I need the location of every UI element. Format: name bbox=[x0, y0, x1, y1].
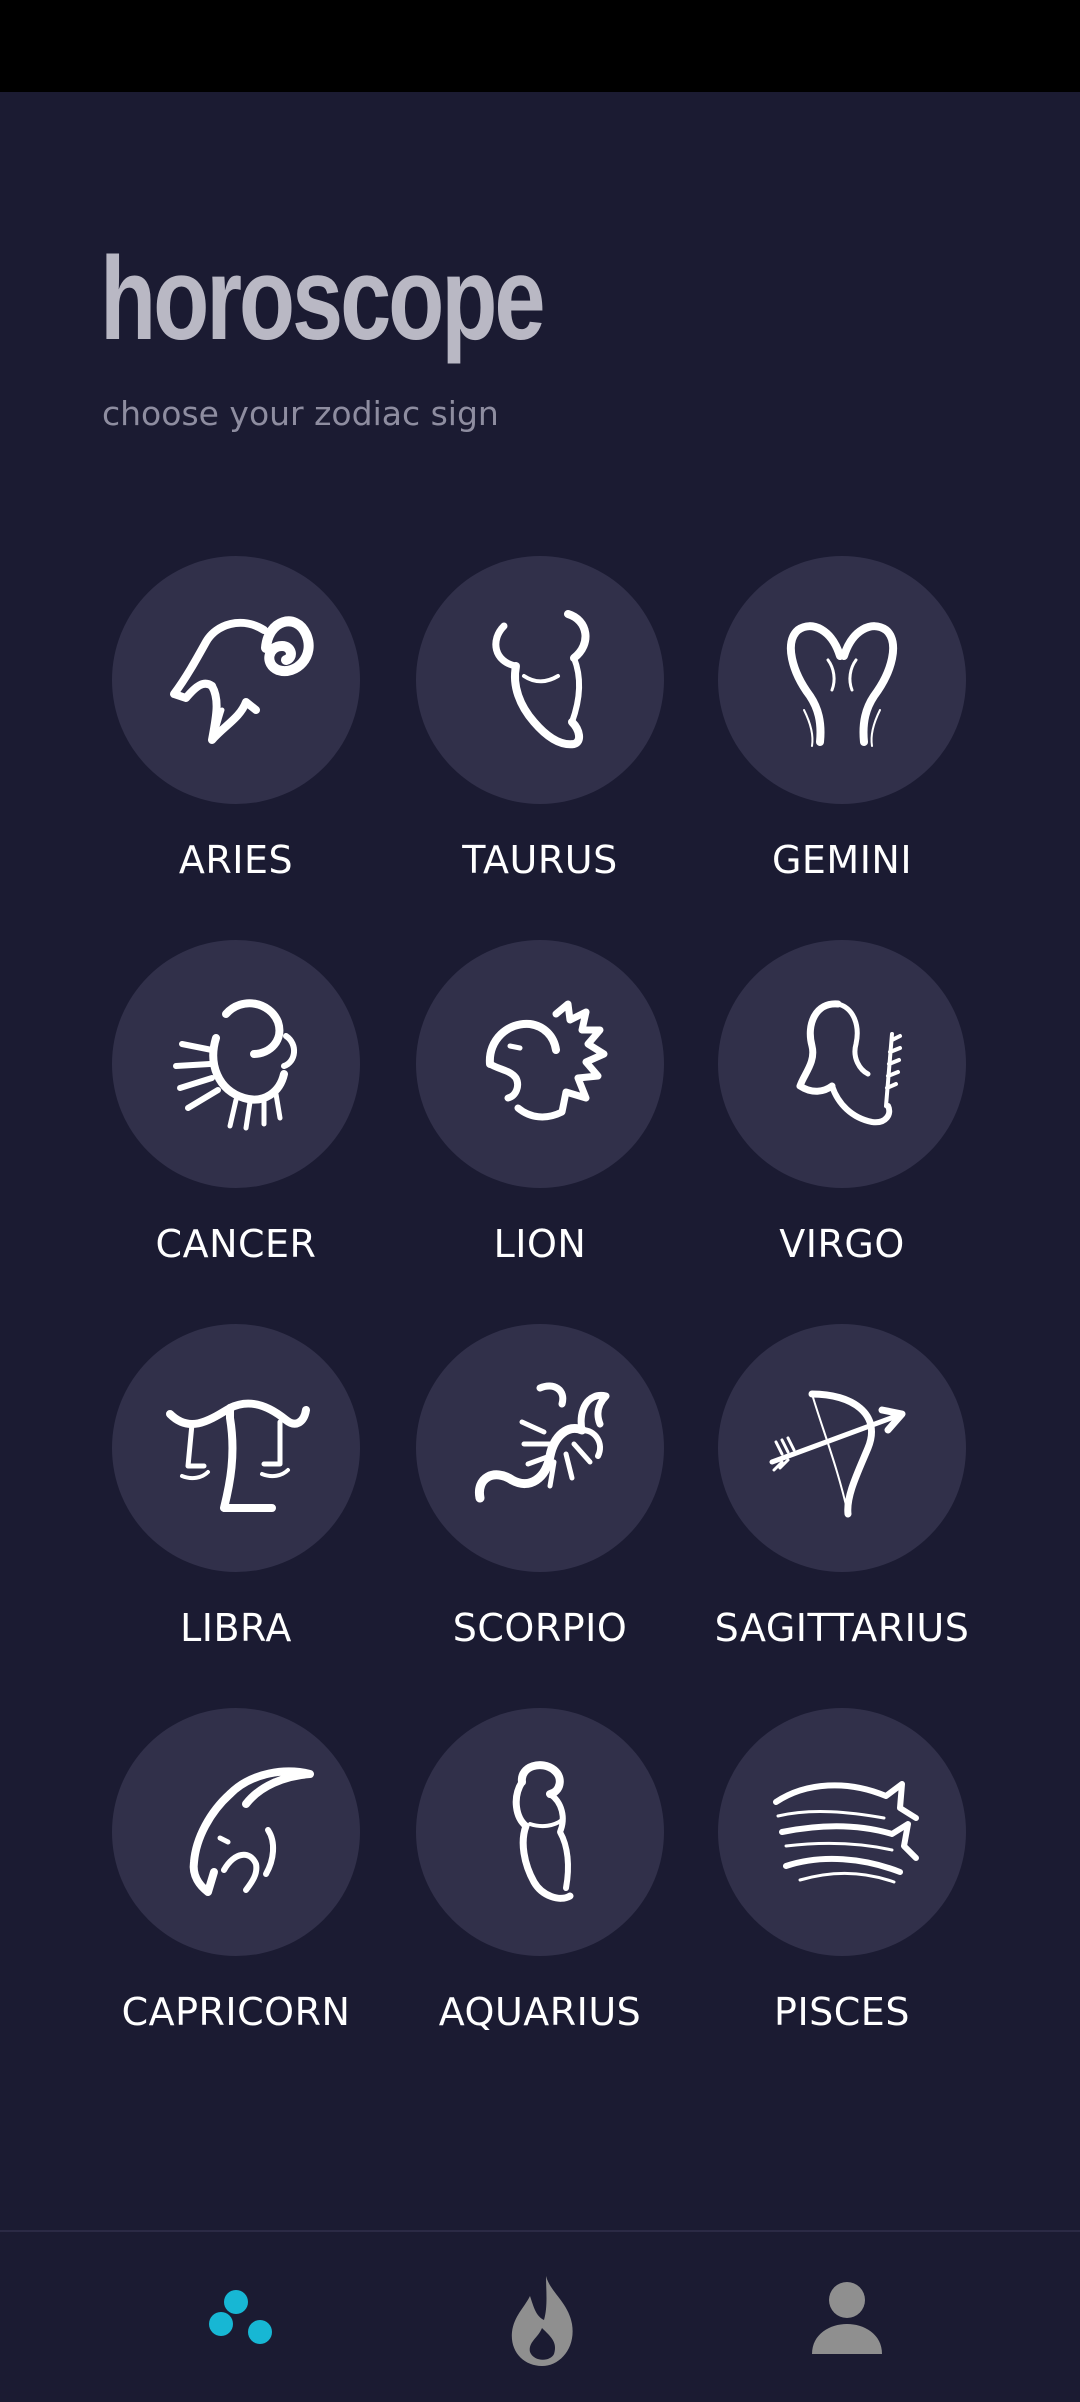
sign-circle bbox=[112, 940, 360, 1188]
sign-label: LIBRA bbox=[180, 1606, 292, 1650]
sign-label: TAURUS bbox=[462, 838, 618, 882]
sign-card-scorpio[interactable]: SCORPIO bbox=[390, 1324, 690, 1664]
sign-card-pisces[interactable]: PISCES bbox=[692, 1708, 992, 2048]
sign-label: SAGITTARIUS bbox=[714, 1606, 970, 1650]
sign-card-aries[interactable]: ARIES bbox=[86, 556, 386, 896]
sign-circle bbox=[112, 1708, 360, 1956]
goat-icon bbox=[189, 1767, 314, 1896]
bull-icon bbox=[492, 610, 590, 749]
crab-icon bbox=[173, 999, 297, 1131]
sign-label: CANCER bbox=[155, 1222, 317, 1266]
sign-circle bbox=[112, 556, 360, 804]
page-subtitle: choose your zodiac sign bbox=[102, 394, 499, 433]
page-title: horoscope bbox=[100, 233, 546, 365]
scales-icon bbox=[166, 1399, 310, 1512]
sign-label: ARIES bbox=[178, 838, 294, 882]
sign-label: CAPRICORN bbox=[121, 1990, 351, 2034]
status-bar bbox=[0, 0, 1080, 92]
archer-bow-icon bbox=[769, 1390, 906, 1518]
sign-circle bbox=[416, 1324, 664, 1572]
sign-circle bbox=[718, 940, 966, 1188]
sign-card-gemini[interactable]: GEMINI bbox=[692, 556, 992, 896]
nav-profile-button[interactable] bbox=[792, 2262, 902, 2372]
nav-signs-button[interactable] bbox=[186, 2262, 296, 2372]
sign-card-cancer[interactable]: CANCER bbox=[86, 940, 386, 1280]
sign-circle bbox=[718, 556, 966, 804]
sign-label: LION bbox=[493, 1222, 587, 1266]
sign-circle bbox=[718, 1708, 966, 1956]
sign-label: PISCES bbox=[774, 1990, 910, 2034]
ram-icon bbox=[170, 616, 314, 744]
person-icon bbox=[812, 2282, 882, 2354]
dots-icon bbox=[209, 2290, 272, 2344]
lion-icon bbox=[485, 1000, 608, 1121]
sign-label: GEMINI bbox=[771, 838, 913, 882]
bottom-navigation bbox=[0, 2230, 1080, 2402]
sign-card-libra[interactable]: LIBRA bbox=[86, 1324, 386, 1664]
sign-label: SCORPIO bbox=[452, 1606, 628, 1650]
fish-icon bbox=[773, 1781, 919, 1884]
sign-card-lion[interactable]: LION bbox=[390, 940, 690, 1280]
sign-card-taurus[interactable]: TAURUS bbox=[390, 556, 690, 896]
sign-card-aquarius[interactable]: AQUARIUS bbox=[390, 1708, 690, 2048]
sign-circle bbox=[416, 940, 664, 1188]
sign-circle bbox=[416, 556, 664, 804]
sign-label: AQUARIUS bbox=[438, 1990, 642, 2034]
sign-card-capricorn[interactable]: CAPRICORN bbox=[86, 1708, 386, 2048]
nav-trending-button[interactable] bbox=[488, 2262, 598, 2372]
sign-label: VIRGO bbox=[779, 1222, 905, 1266]
sign-circle bbox=[112, 1324, 360, 1572]
sign-circle bbox=[718, 1324, 966, 1572]
scorpion-icon bbox=[474, 1382, 610, 1503]
sign-circle bbox=[416, 1708, 664, 1956]
maiden-icon bbox=[796, 1000, 902, 1126]
twins-icon bbox=[786, 622, 898, 747]
water-bearer-icon bbox=[512, 1761, 574, 1902]
sign-card-sagittarius[interactable]: SAGITTARIUS bbox=[692, 1324, 992, 1664]
flame-icon bbox=[511, 2276, 573, 2366]
sign-card-virgo[interactable]: VIRGO bbox=[692, 940, 992, 1280]
